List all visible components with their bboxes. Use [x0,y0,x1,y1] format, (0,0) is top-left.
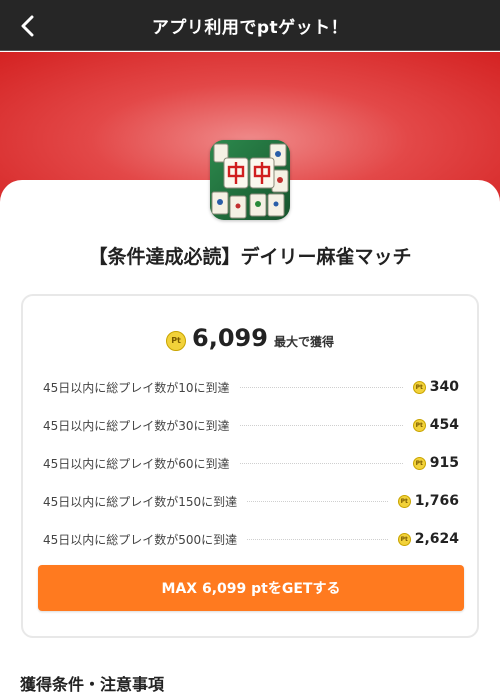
reward-value: 915 [429,455,459,471]
reward-condition: 45日以内に総プレイ数が60に到達 [43,456,230,471]
reward-points: Pt 1,766 [397,493,459,509]
reward-points: Pt 2,624 [397,531,459,547]
app-title: 【条件達成必読】デイリー麻雀マッチ [88,246,412,268]
reward-list: 45日以内に総プレイ数が10に到達 Pt 340 45日以内に総プレイ数が30に… [43,368,459,558]
conditions-heading: 獲得条件・注意事項 [20,675,165,694]
back-button[interactable] [14,12,42,40]
reward-value: 454 [429,417,459,433]
reward-row: 45日以内に総プレイ数が150に到達 Pt 1,766 [43,482,459,520]
reward-condition: 45日以内に総プレイ数が150に到達 [43,494,238,509]
pt-coin-icon: Pt [166,330,187,351]
dotted-leader [247,538,388,540]
reward-points: Pt 340 [412,379,459,395]
get-points-button[interactable]: MAX 6,099 ptをGETする [38,565,464,611]
pt-coin-icon: Pt [412,418,426,432]
reward-row: 45日以内に総プレイ数が60に到達 Pt 915 [43,444,459,482]
page-title: アプリ利用でptゲット！ [151,17,349,38]
dotted-leader [247,500,388,502]
reward-value: 1,766 [414,493,459,509]
reward-value: 340 [429,379,459,395]
reward-row: 45日以内に総プレイ数が500に到達 Pt 2,624 [43,520,459,558]
chevron-left-icon [21,15,34,37]
total-reward: Pt 6,099 最大で獲得 [23,324,477,354]
mahjong-app-icon [210,140,290,220]
reward-value: 2,624 [414,531,459,547]
reward-points: Pt 915 [412,455,459,471]
reward-row: 45日以内に総プレイ数が30に到達 Pt 454 [43,406,459,444]
reward-condition: 45日以内に総プレイ数が500に到達 [43,532,238,547]
pt-coin-icon: Pt [397,494,411,508]
pt-coin-icon: Pt [412,380,426,394]
pt-coin-icon: Pt [412,456,426,470]
total-amount: 6,099 [192,324,268,352]
reward-condition: 45日以内に総プレイ数が30に到達 [43,418,230,433]
dotted-leader [239,386,403,388]
top-bar: アプリ利用でptゲット！ [0,0,500,51]
dotted-leader [239,462,403,464]
reward-points: Pt 454 [412,417,459,433]
dotted-leader [239,424,403,426]
pt-coin-icon: Pt [397,532,411,546]
reward-condition: 45日以内に総プレイ数が10に到達 [43,380,230,395]
reward-card: Pt 6,099 最大で獲得 45日以内に総プレイ数が10に到達 Pt 340 … [21,294,479,638]
total-label: 最大で獲得 [273,335,334,349]
reward-row: 45日以内に総プレイ数が10に到達 Pt 340 [43,368,459,406]
